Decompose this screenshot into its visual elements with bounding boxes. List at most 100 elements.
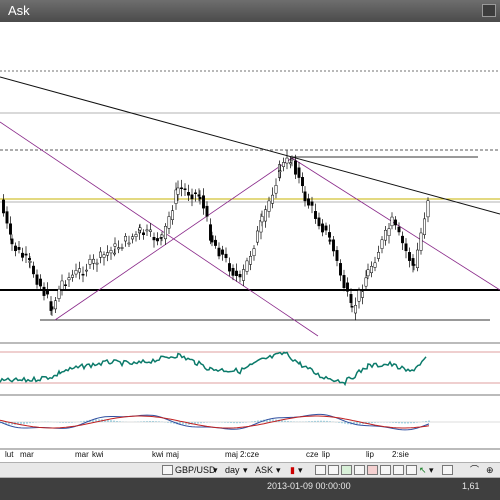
candle-body	[256, 230, 259, 243]
candle-body	[54, 300, 57, 310]
candle-body	[167, 216, 171, 229]
candle-body	[317, 217, 321, 227]
candle-body	[10, 238, 14, 245]
magnifier-icon[interactable]: ⊕	[486, 464, 494, 476]
dropdown-arrow-icon[interactable]: ▾	[213, 464, 218, 476]
dropdown-arrow-icon[interactable]: ▾	[429, 464, 434, 476]
candle-body	[294, 160, 297, 175]
candle-body	[187, 192, 190, 196]
candle-body	[28, 261, 32, 263]
candle-body	[24, 253, 28, 256]
candle-body	[321, 223, 324, 233]
close-icon[interactable]	[482, 4, 496, 17]
candle-body	[224, 253, 228, 259]
candle-body	[373, 262, 377, 268]
zoom-in-icon[interactable]	[328, 465, 339, 475]
x-tick-label: mar	[20, 450, 34, 459]
candle-body	[267, 200, 271, 212]
zoom-out-icon[interactable]	[354, 465, 365, 475]
indicator-icon[interactable]	[341, 465, 352, 475]
candle-body	[127, 242, 131, 245]
x-tick-label: maj	[225, 450, 238, 459]
candle-body	[249, 256, 252, 265]
x-tick-label: cze	[306, 450, 319, 459]
layout-icon[interactable]	[393, 465, 404, 475]
candle-body	[9, 223, 12, 235]
drawing-tool-icon[interactable]: ⌒	[470, 464, 479, 476]
candle-body	[349, 294, 353, 304]
candle-body	[99, 251, 102, 258]
window-title: Ask	[8, 3, 30, 18]
x-tick-label: 2:sie	[392, 450, 409, 459]
x-tick-label: maj	[166, 450, 179, 459]
x-tick-label: kwi	[152, 450, 164, 459]
candle-body	[401, 235, 404, 244]
x-tick-label: lut	[5, 450, 14, 459]
candle-body	[370, 266, 373, 274]
chart-icon[interactable]	[162, 465, 173, 475]
candle-body	[235, 270, 238, 277]
period-selector[interactable]: day	[225, 464, 240, 476]
side-selector[interactable]: ASK	[255, 464, 273, 476]
oscillator-line	[0, 351, 427, 387]
x-tick-label: kwi	[92, 450, 104, 459]
candle-body	[350, 306, 354, 308]
candle-type-icon[interactable]: ▮	[290, 464, 295, 476]
settings-icon[interactable]	[406, 465, 417, 475]
candle-body	[67, 277, 71, 281]
instrument-selector[interactable]: GBP/USD	[175, 464, 216, 476]
candle-body	[278, 170, 282, 172]
candle-body	[46, 289, 49, 295]
candle-body	[339, 263, 342, 276]
candle-body	[138, 227, 142, 231]
candle-body	[202, 195, 205, 209]
candle-body	[419, 232, 423, 251]
grid-icon[interactable]	[380, 465, 391, 475]
remove-icon[interactable]	[367, 465, 378, 475]
candle-body	[92, 258, 95, 264]
dropdown-arrow-icon[interactable]: ▾	[243, 464, 248, 476]
dropdown-arrow-icon[interactable]: ▾	[276, 464, 281, 476]
candle-body	[210, 235, 214, 243]
candle-body	[260, 216, 264, 223]
candle-body	[21, 252, 24, 258]
dropdown-arrow-icon[interactable]: ▾	[298, 464, 303, 476]
chart-toolbar: GBP/USD ▾ day ▾ ASK ▾ ▮ ▾ ↖ ▾ ⌒ ⊕	[0, 462, 500, 478]
candle-body	[113, 243, 117, 247]
candle-body	[408, 252, 411, 261]
oscillator-pane	[0, 351, 500, 387]
candle-body	[366, 269, 370, 277]
candle-body	[106, 252, 109, 256]
price-chart[interactable]	[0, 22, 500, 462]
candle-body	[2, 199, 5, 214]
cursor-icon[interactable]: ↖	[419, 464, 427, 476]
candle-body	[198, 196, 202, 200]
candle-body	[301, 177, 304, 187]
candle-body	[183, 188, 187, 191]
candle-body	[384, 229, 387, 241]
status-bar: 2013-01-09 00:00:00 1,61	[0, 478, 500, 500]
candle-body	[387, 228, 391, 236]
cursor-price: 1,61	[462, 481, 480, 491]
candle-body	[120, 247, 124, 249]
candle-body	[335, 250, 339, 261]
candle-body	[390, 216, 394, 227]
candle-body	[109, 250, 113, 254]
candle-body	[152, 237, 156, 241]
candle-body	[328, 239, 332, 242]
candle-body	[156, 238, 159, 242]
x-axis: lut mar mar kwi kwi maj maj 2:cze cze lip lip 2:sie	[0, 450, 500, 462]
candle-body	[117, 247, 120, 250]
candle-body	[332, 239, 335, 252]
macd-pane	[0, 413, 500, 431]
candle-body	[354, 305, 357, 314]
crosshair-icon[interactable]	[315, 465, 326, 475]
pencil-icon[interactable]	[442, 465, 453, 475]
candle-body	[289, 162, 292, 165]
candle-body	[412, 264, 416, 266]
candle-body	[78, 268, 81, 273]
candle-body	[228, 263, 231, 272]
x-tick-label: mar	[75, 450, 89, 459]
candle-body	[217, 247, 221, 257]
candle-body	[160, 234, 164, 238]
